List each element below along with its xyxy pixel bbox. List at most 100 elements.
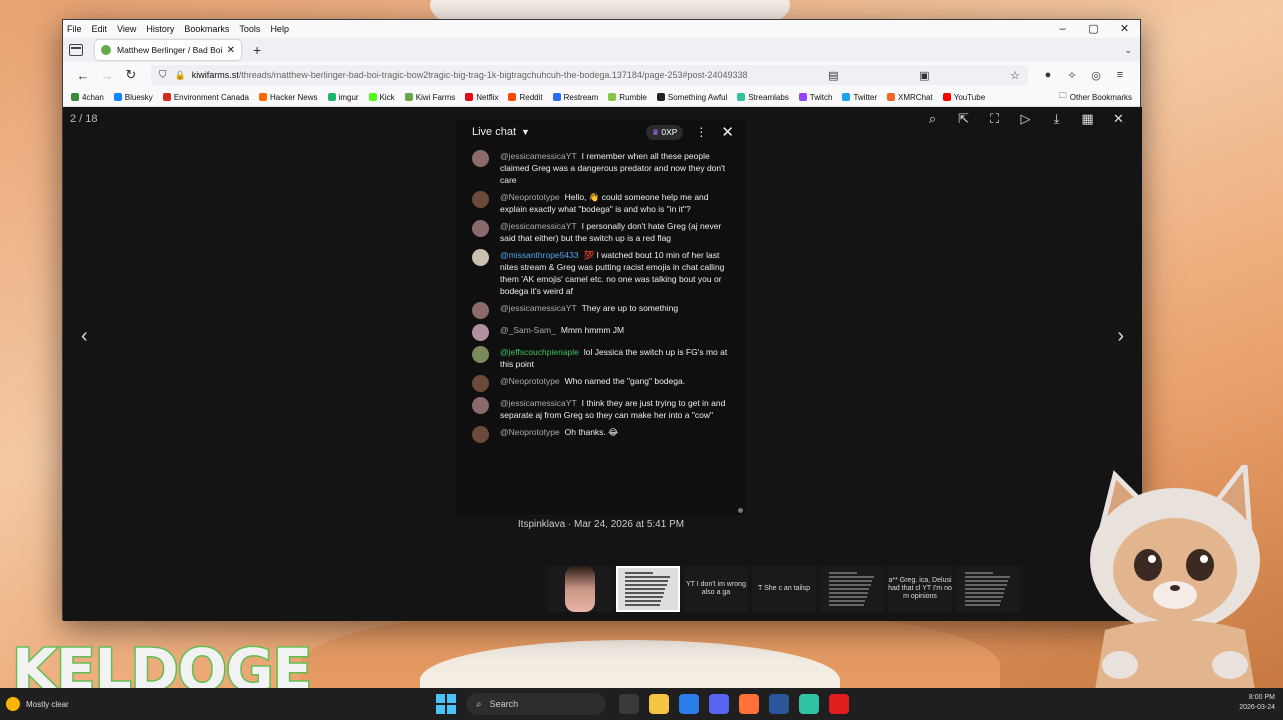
thumbnail[interactable]: YT I don't im wrong also a ga (684, 566, 748, 612)
pinned-app-icon[interactable] (709, 694, 729, 714)
pinned-app-icon[interactable] (799, 694, 819, 714)
avatar (472, 397, 489, 414)
back-icon[interactable]: ← (71, 68, 95, 83)
thumbnail[interactable] (956, 566, 1020, 612)
bookmark-item[interactable]: YouTube (942, 93, 985, 102)
chat-screenshot: Live chat ▼ ♛ 0XP ⋮ ✕ @jessicamessicaYT I … (456, 119, 746, 515)
pinned-app-icon[interactable] (739, 694, 759, 714)
reader-view-icon[interactable]: ▤ (822, 69, 838, 82)
bookmark-label: imgur (338, 92, 359, 102)
bookmark-label: Streamlabs (748, 92, 789, 102)
weather-widget[interactable]: Mostly clear (6, 697, 69, 711)
open-external-icon[interactable]: ⇱ (948, 111, 979, 127)
zoom-icon[interactable]: ⌕ (917, 111, 948, 127)
bookmark-item[interactable]: Twitch (798, 92, 833, 102)
bookmark-favicon-icon (552, 93, 561, 101)
menu-history[interactable]: History (146, 24, 174, 34)
other-bookmarks-label: Other Bookmarks (1069, 92, 1132, 102)
extensions-puzzle-icon[interactable]: ✧ (1060, 69, 1084, 82)
extension-cookie-icon[interactable]: ● (1036, 69, 1060, 81)
bookmark-star-icon[interactable]: ☆ (1004, 69, 1020, 82)
thumbnail[interactable] (616, 566, 680, 612)
bookmark-item[interactable]: Restream (552, 93, 598, 102)
pinned-app-icon[interactable] (679, 694, 699, 714)
chat-message-body: @Neoprototype Hello, 👋 could someone help… (500, 191, 734, 215)
menu-file[interactable]: File (67, 24, 82, 34)
bookmark-item[interactable]: Something Awful (656, 93, 727, 102)
bookmark-item[interactable]: Kick (368, 93, 395, 102)
tab-list-icon[interactable] (69, 44, 83, 56)
bookmark-item[interactable]: Netflix (465, 93, 498, 102)
scroll-indicator (738, 508, 743, 513)
url-bar[interactable]: ⛉ 🔒 kiwifarms.st/threads/matthew-berling… (151, 65, 1028, 85)
lock-icon[interactable]: 🔒 (175, 70, 186, 81)
bookmark-item[interactable]: Streamlabs (737, 92, 789, 102)
bookmark-favicon-icon (404, 93, 413, 101)
tab-active[interactable]: Matthew Berlinger / Bad Boi Tr ✕ (95, 40, 241, 60)
bookmark-item[interactable]: Rumble (608, 93, 647, 102)
bookmark-item[interactable]: Bluesky (113, 93, 153, 102)
grid-icon[interactable]: ▦ (1072, 111, 1103, 127)
thumbnail[interactable]: T She c an tailsp (752, 566, 816, 612)
list-all-tabs-icon[interactable]: ⌄ (1124, 45, 1132, 56)
bookmark-favicon-icon (608, 93, 617, 101)
tracking-shield-icon[interactable]: ⛉ (159, 70, 167, 81)
pinned-app-icon[interactable] (829, 694, 849, 714)
account-icon[interactable]: ◎ (1084, 69, 1108, 82)
other-bookmarks-folder[interactable]: 🗀 Other Bookmarks (1059, 90, 1132, 104)
thumbnail-text: YT I don't im wrong also a ga (686, 581, 746, 596)
bookmark-item[interactable]: imgur (327, 92, 359, 102)
maximize-icon[interactable]: ▢ (1078, 20, 1109, 38)
thumbnail[interactable] (548, 566, 612, 612)
bookmarks-toolbar: 4chan Bluesky Environment Canada Hacker New… (63, 88, 1140, 107)
new-tab-icon[interactable]: + (253, 42, 261, 58)
app-menu-icon[interactable]: ≡ (1108, 69, 1132, 81)
bookmark-item[interactable]: Reddit (508, 93, 543, 102)
start-icon[interactable] (436, 694, 456, 714)
reload-icon[interactable]: ↻ (119, 67, 143, 83)
thumbnail[interactable] (820, 566, 884, 612)
bookmark-item[interactable]: Environment Canada (162, 93, 249, 102)
thumbnail[interactable]: a** Greg. ica, Delusi had that cl YT I'm… (888, 566, 952, 612)
download-icon[interactable]: ⤓ (1041, 111, 1072, 127)
play-slideshow-icon[interactable]: ▷ (1010, 111, 1041, 127)
bookmark-favicon-icon (656, 93, 665, 101)
bookmark-item[interactable]: Twitter (842, 93, 877, 102)
pinned-app-icon[interactable] (649, 694, 669, 714)
thumbnail-text: T She c an tailsp (757, 585, 810, 592)
bookmark-item[interactable]: Kiwi Farms (404, 93, 455, 102)
minimize-icon[interactable]: – (1047, 20, 1078, 38)
weather-text: Mostly clear (26, 699, 69, 709)
tab-title: Matthew Berlinger / Bad Boi Tr (117, 45, 223, 55)
menu-tools[interactable]: Tools (239, 24, 260, 34)
url-text: kiwifarms.st/threads/matthew-berlinger-b… (192, 70, 748, 80)
pinned-app-icon[interactable] (619, 694, 639, 714)
previous-image-icon[interactable]: ‹ (81, 325, 88, 348)
xp-badge: ♛ 0XP (645, 124, 684, 140)
chat-message-body: @missanthrope5433 💯 I watched bout 10 min… (500, 249, 734, 297)
close-viewer-icon[interactable]: ✕ (1103, 111, 1134, 127)
avatar (472, 324, 489, 341)
chat-title: Live chat (472, 126, 517, 138)
fullscreen-icon[interactable]: ⛶ (979, 111, 1010, 127)
next-image-icon[interactable]: › (1117, 325, 1124, 348)
system-clock[interactable]: 8:00 PM 2026-03-24 (1239, 693, 1275, 713)
tab-close-icon[interactable]: ✕ (227, 45, 235, 56)
menu-view[interactable]: View (117, 24, 136, 34)
forward-icon[interactable]: → (95, 68, 119, 83)
bookmark-label: Twitch (809, 92, 833, 102)
chevron-down-icon: ▼ (521, 127, 530, 137)
bookmark-item[interactable]: XMRChat (887, 93, 933, 102)
screenshot-icon[interactable]: ▣ (913, 69, 929, 82)
taskbar-search[interactable]: ⌕ Search (466, 693, 606, 715)
menu-edit[interactable]: Edit (92, 24, 108, 34)
bookmark-item[interactable]: 4chan (71, 93, 104, 102)
menu-bookmarks[interactable]: Bookmarks (184, 24, 229, 34)
chat-message-list: @jessicamessicaYT I remember when all the… (456, 150, 746, 443)
close-icon[interactable]: ✕ (1109, 20, 1140, 38)
bookmark-item[interactable]: Hacker News (258, 93, 318, 102)
chat-message-body: @Neoprototype Who named the "gang" bodega… (500, 375, 685, 392)
pinned-app-icon[interactable] (769, 694, 789, 714)
menu-help[interactable]: Help (270, 24, 289, 34)
chat-text: They are up to something (581, 303, 679, 313)
